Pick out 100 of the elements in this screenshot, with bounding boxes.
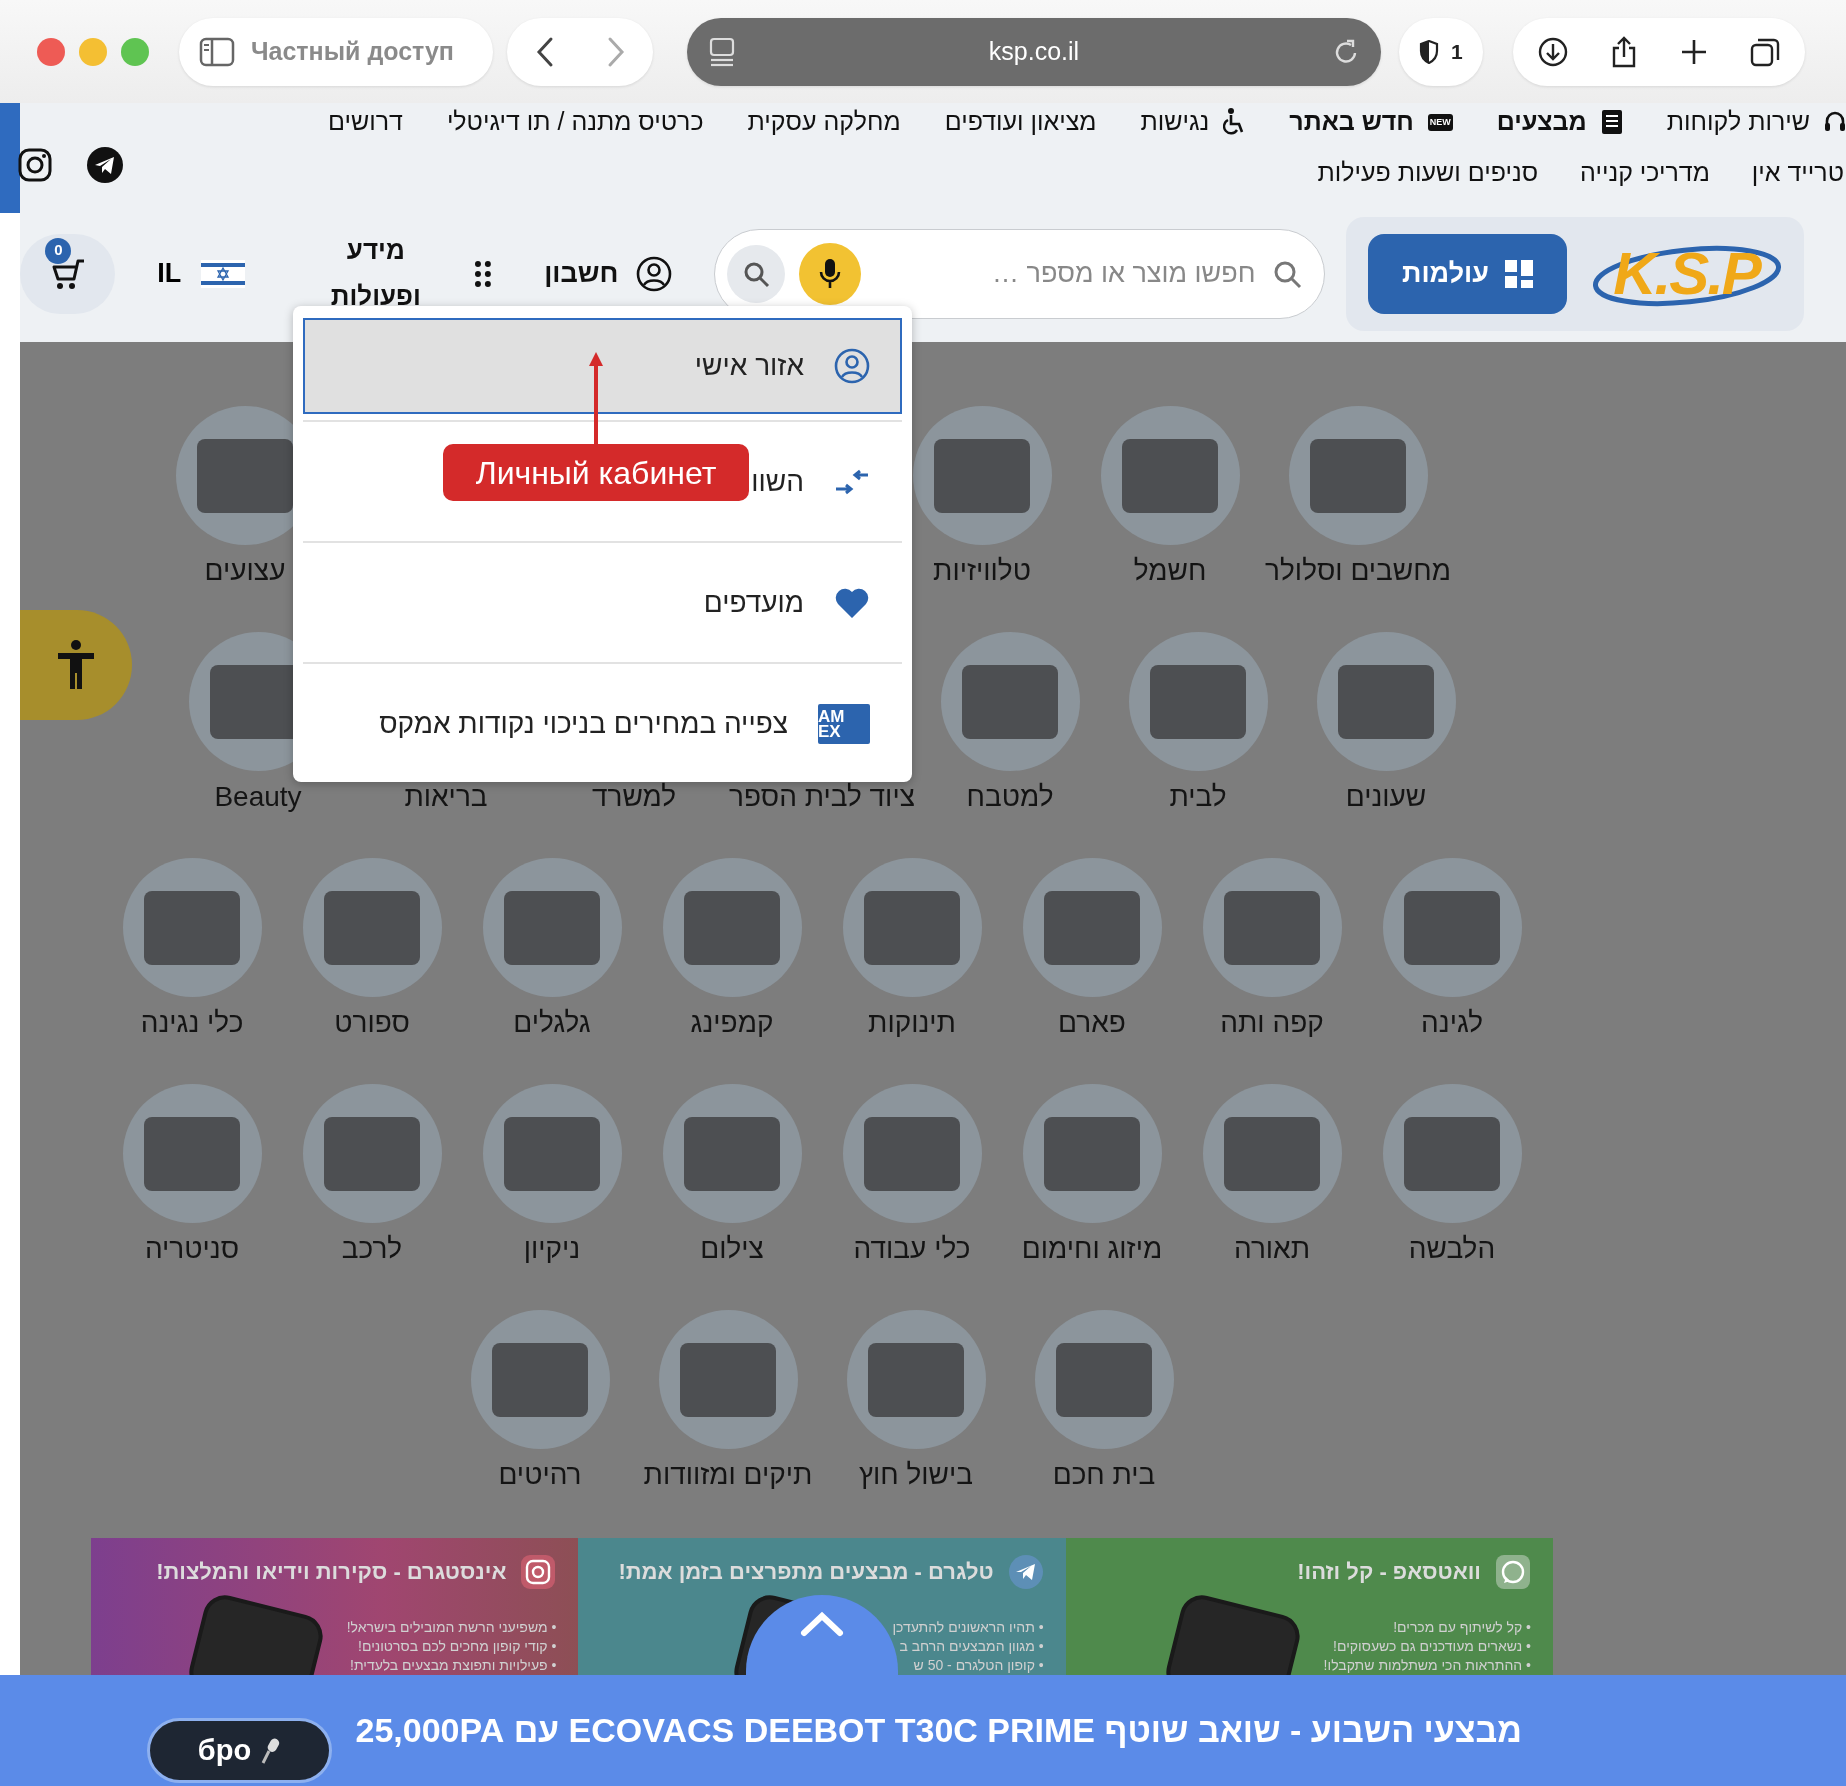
banner-bullet: • תהיו הראשונים להתעדכן bbox=[892, 1618, 1044, 1637]
nav-link[interactable]: כרטיס מתנה / תו דיגיטלי bbox=[446, 103, 704, 141]
category-label[interactable]: תינוקות bbox=[868, 1007, 956, 1039]
download-icon[interactable] bbox=[1537, 35, 1569, 68]
category-label[interactable]: לגינה bbox=[1421, 1007, 1483, 1039]
maximize-window-button[interactable] bbox=[121, 37, 149, 66]
sidebar-icon bbox=[199, 36, 235, 67]
promo-banner[interactable]: טלגרם - מבצעים מתפרצים בזמן אמת! • תהיו הראשונים להתעדכן • מגוון המבצעים הרחב ב • קופון הטלגרם - 50 ש bbox=[578, 1538, 1066, 1675]
worlds-button[interactable]: עולמות bbox=[1368, 233, 1567, 314]
category-label[interactable]: בישול חוץ bbox=[858, 1459, 974, 1491]
banner-bullet: • קודי קופון מחכים לכם בסרטונים! bbox=[357, 1637, 557, 1656]
instagram-icon bbox=[520, 1554, 557, 1590]
nav-link[interactable]: סניפים ושעות פעילות bbox=[1317, 154, 1539, 192]
accessibility-icon bbox=[56, 639, 96, 691]
nav-link[interactable]: טרייד אין bbox=[1751, 154, 1844, 192]
telegram-icon[interactable] bbox=[86, 146, 124, 184]
category-label[interactable]: Beauty bbox=[214, 781, 302, 813]
cart-button[interactable]: 0 bbox=[20, 233, 116, 314]
page-icon bbox=[709, 36, 735, 67]
category-label[interactable]: סניטריה bbox=[144, 1233, 240, 1265]
category-label[interactable]: למטבח bbox=[966, 781, 1054, 813]
category-label[interactable]: פארם bbox=[1058, 1007, 1126, 1039]
promo-banner[interactable]: אינסטגרם - סקירות וידיאו והמלצות! • משפיעני הרשת המובילים בישראל! • קודי קופון מחכים לכם בסרטונים! • פעילויות ותפוצת מבצעים בלעדית! bbox=[91, 1538, 579, 1675]
amex-icon: AM EX bbox=[818, 703, 870, 744]
close-window-button[interactable] bbox=[37, 37, 65, 66]
user-icon bbox=[834, 348, 870, 384]
category-label[interactable]: ציוד לבית הספר bbox=[729, 781, 915, 813]
voice-assistant-pill[interactable]: бро bbox=[147, 1718, 332, 1783]
banner-bullet: • קל לשיתוף עם מכרים! bbox=[1392, 1618, 1531, 1637]
banner-bullet: • קופון הטלגרם - 50 ש bbox=[912, 1656, 1044, 1675]
category-label[interactable]: קמפינג bbox=[690, 1007, 774, 1039]
category-label[interactable]: חשמל bbox=[1133, 555, 1207, 587]
nav-link[interactable]: חדש באתר bbox=[1289, 103, 1414, 141]
category-label[interactable]: בית חכם bbox=[1052, 1459, 1156, 1491]
category-label[interactable]: גלגלים bbox=[513, 1007, 591, 1039]
category-label[interactable]: צילום bbox=[700, 1233, 764, 1265]
category-label[interactable]: טלוויזיות bbox=[933, 555, 1031, 587]
category-label[interactable]: עצועים bbox=[204, 555, 286, 587]
category-label[interactable]: לרכב bbox=[341, 1233, 403, 1265]
country-button[interactable]: IL bbox=[151, 252, 252, 295]
nav-link[interactable]: שירות לקוחות bbox=[1666, 103, 1810, 141]
category-label[interactable]: תאורה bbox=[1233, 1233, 1311, 1265]
shield-icon bbox=[1419, 39, 1439, 64]
category-label[interactable]: מחשבים וסלולר bbox=[1265, 555, 1451, 587]
banner-bullet: • ההתראות הכי משתלמות שתקבלו! bbox=[1323, 1656, 1531, 1675]
search-field[interactable]: חפשו מוצר או מספר … bbox=[875, 252, 1258, 295]
reload-icon[interactable] bbox=[1333, 37, 1359, 66]
category-label[interactable]: מיזוג וחימום bbox=[1021, 1233, 1163, 1265]
chevron-up-icon bbox=[800, 1611, 845, 1637]
banner-title: טלגרם - מבצעים מתפרצים בזמן אמת! bbox=[618, 1558, 994, 1586]
promo-banner[interactable]: וואטסאפ - קל וזהו! • קל לשיתוף עם מכרים! • נשארים מעודכנים גם כשעסוקים! • ההתראות הכי משתלמות שתקבלו! bbox=[1065, 1538, 1553, 1675]
address-bar[interactable]: ksp.co.il bbox=[687, 17, 1381, 86]
telegram-icon bbox=[1007, 1554, 1044, 1590]
account-button[interactable]: חשבון bbox=[538, 252, 679, 295]
category-label[interactable]: בריאות bbox=[404, 781, 488, 813]
wheelchair-icon bbox=[1223, 108, 1246, 136]
category-label[interactable]: קפה ותה bbox=[1220, 1007, 1324, 1039]
category-label[interactable]: למשרד bbox=[591, 781, 677, 813]
menu-item[interactable]: אזור אישי bbox=[303, 318, 902, 414]
microphone-icon bbox=[819, 257, 842, 290]
nav-link[interactable]: דרושים bbox=[327, 103, 403, 141]
banner-bullet: • מגוון המבצעים הרחב ב bbox=[898, 1637, 1044, 1656]
minimize-window-button[interactable] bbox=[79, 37, 107, 66]
nav-link[interactable]: מבצעים bbox=[1496, 103, 1587, 141]
private-browsing-button[interactable]: Частный доступ bbox=[179, 17, 493, 86]
banner-title: אינסטגרם - סקירות וידיאו והמלצות! bbox=[156, 1558, 507, 1586]
nav-link[interactable]: מציאון ועודפים bbox=[944, 103, 1097, 141]
category-label[interactable]: תיקים ומזוודות bbox=[643, 1459, 813, 1491]
deal-text[interactable]: מבצעי השבוע - שואב שוטף ECOVACS DEEBOT T30C PRIME עם 25,000PA bbox=[355, 1705, 1522, 1756]
annotation-label: Личный кабинет bbox=[443, 444, 749, 501]
nav-link[interactable]: מדריכי קנייה bbox=[1580, 154, 1710, 192]
search-bar[interactable]: חפשו מוצר או מספר … bbox=[714, 228, 1325, 319]
category-label[interactable]: ספורט bbox=[334, 1007, 410, 1039]
nav-link[interactable]: מחלקה עסקית bbox=[747, 103, 901, 141]
banner-bullet: • משפיעני הרשת המובילים בישראל! bbox=[346, 1618, 557, 1637]
instagram-icon[interactable] bbox=[18, 148, 52, 182]
new-badge: NEW bbox=[1427, 113, 1453, 131]
category-label[interactable]: הלבשה bbox=[1408, 1233, 1496, 1265]
nav-link[interactable]: נגישות bbox=[1140, 103, 1210, 141]
category-label[interactable]: רהיטים bbox=[498, 1459, 582, 1491]
category-label[interactable]: ניקיון bbox=[523, 1233, 581, 1265]
user-icon bbox=[636, 255, 673, 292]
menu-item[interactable]: מועדפים bbox=[303, 549, 902, 656]
banner-title: וואטסאפ - קל וזהו! bbox=[1297, 1558, 1481, 1586]
category-label[interactable]: כלי עבודה bbox=[853, 1233, 971, 1265]
info-menu-button[interactable]: מידע ופעולות bbox=[321, 228, 431, 319]
dots-menu-icon[interactable] bbox=[474, 259, 493, 288]
grid-icon bbox=[1504, 259, 1533, 288]
whatsapp-icon bbox=[1495, 1554, 1531, 1590]
accessibility-button[interactable] bbox=[20, 610, 132, 720]
receipt-icon bbox=[1600, 109, 1623, 135]
category-label[interactable]: כלי נגינה bbox=[140, 1007, 244, 1039]
tracker-shield-button[interactable]: 1 bbox=[1399, 17, 1483, 86]
back-icon[interactable] bbox=[534, 35, 555, 68]
category-label[interactable]: שעונים bbox=[1345, 781, 1427, 813]
banner-bullet: • פעילויות ותפוצת מבצעים בלעדית! bbox=[349, 1656, 557, 1675]
cart-count-badge: 0 bbox=[45, 237, 72, 264]
heart-icon bbox=[834, 586, 870, 619]
microphone-icon bbox=[261, 1736, 282, 1765]
category-label[interactable]: לבית bbox=[1169, 781, 1227, 813]
